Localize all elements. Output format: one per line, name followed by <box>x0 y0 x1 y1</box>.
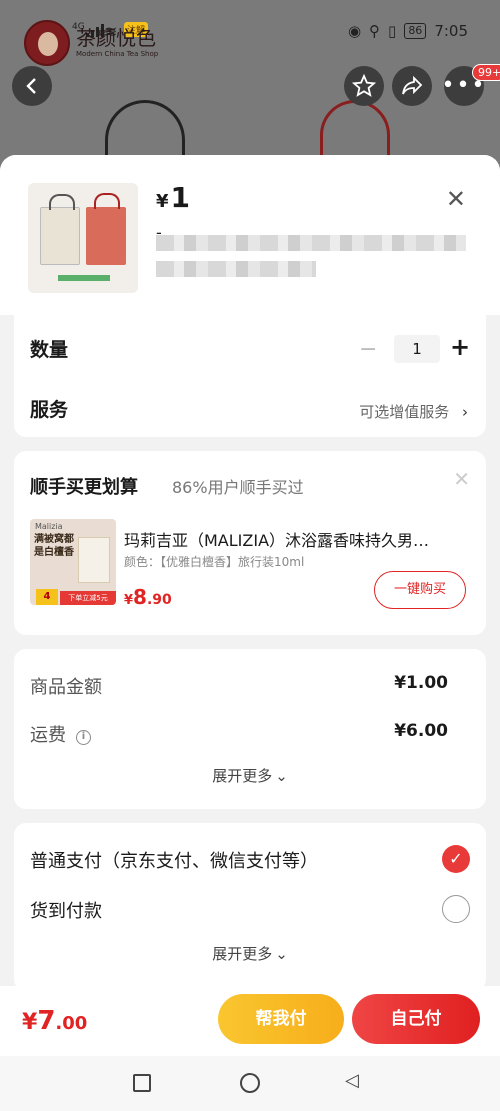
info-icon[interactable]: i <box>76 730 91 745</box>
goods-amount-value: ¥1.00 <box>394 673 448 693</box>
quantity-label: 数量 <box>30 339 69 361</box>
bundle-subtitle: 86%用户顺手买过 <box>172 478 304 497</box>
fee-summary-card: 商品金额 ¥1.00 运费 i ¥6.00 展开更多 ⌄ <box>14 649 486 809</box>
favorite-button[interactable] <box>344 66 384 106</box>
goods-amount-label: 商品金额 <box>30 677 102 698</box>
help-me-pay-button[interactable]: 帮我付 <box>218 994 344 1044</box>
share-icon <box>402 75 423 95</box>
bundle-product-name[interactable]: 玛莉吉亚（MALIZIA）沐浴露香味持久男… <box>124 527 468 551</box>
brand-logo-text: 茶颜悦色 <box>76 26 156 50</box>
quantity-input[interactable]: 1 <box>394 335 440 363</box>
product-price: ¥1 <box>156 181 191 214</box>
brand-logo-subtitle: Modern China Tea Shop <box>76 50 159 58</box>
location-icon: ⚲ <box>369 22 381 40</box>
expand-more-payment[interactable]: 展开更多 ⌄ <box>14 943 486 964</box>
system-navigation-bar: ◁ <box>0 1056 500 1111</box>
sheet-header: ¥1 - ✕ <box>0 155 500 315</box>
home-icon[interactable] <box>240 1073 260 1093</box>
eye-icon: ◉ <box>347 22 362 40</box>
payment-option-cod[interactable]: 货到付款 <box>30 897 102 923</box>
payment-option-online[interactable]: 普通支付（京东支付、微信支付等） <box>30 847 318 873</box>
bundle-recommendation-card: 顺手买更划算 86%用户顺手买过 ✕ Malizia 满被窝都是白檀香 4 下单… <box>14 451 486 635</box>
bundle-title: 顺手买更划算 <box>30 477 138 498</box>
blurred-spec-text <box>156 261 316 277</box>
radio-unchecked-icon[interactable] <box>442 895 470 923</box>
star-icon <box>352 74 376 97</box>
order-total: ¥7.00 <box>22 1006 88 1036</box>
shipping-label: 运费 <box>30 725 66 746</box>
shipping-value: ¥6.00 <box>394 721 448 741</box>
service-selector[interactable]: 可选增值服务 › <box>359 401 468 422</box>
close-icon[interactable]: ✕ <box>453 467 470 491</box>
vibrate-icon: ▯ <box>388 22 397 40</box>
service-value: 可选增值服务 <box>359 403 450 421</box>
blurred-spec-text <box>156 235 466 251</box>
shipping-label-row: 运费 i <box>30 721 91 747</box>
recent-apps-icon[interactable] <box>133 1074 151 1092</box>
battery-icon: 86 <box>404 23 427 39</box>
quantity-plus-button[interactable]: + <box>450 333 470 361</box>
brand-logo <box>24 20 70 66</box>
quantity-minus-button[interactable]: − <box>359 337 377 362</box>
bundle-product-image[interactable]: Malizia 满被窝都是白檀香 4 下单立减5元 <box>30 519 116 605</box>
bundle-product-spec: 颜色：【优雅白檀香】旅行装10ml <box>124 555 305 569</box>
service-label: 服务 <box>30 399 69 421</box>
quantity-service-card: 数量 − 1 + 服务 可选增值服务 › <box>14 315 486 437</box>
checkmark-radio-icon[interactable]: ✓ <box>442 845 470 873</box>
more-dots-icon: ••• <box>441 73 487 98</box>
chevron-down-icon: ⌄ <box>275 767 288 785</box>
checkout-bar: ¥7.00 帮我付 自己付 <box>0 986 500 1056</box>
payment-method-card: 普通支付（京东支付、微信支付等） ✓ 货到付款 展开更多 ⌄ <box>14 823 486 991</box>
chevron-right-icon: › <box>462 403 468 421</box>
bundle-product-price: ¥8.90 <box>124 585 172 609</box>
share-button[interactable] <box>392 66 432 106</box>
clock-time: 7:05 <box>434 22 468 40</box>
product-thumbnail[interactable] <box>28 183 138 293</box>
status-bar: 4G ≋ 注解 茶颜悦色 Modern China Tea Shop ◉ ⚲ ▯… <box>0 0 500 66</box>
expand-more-fees[interactable]: 展开更多 ⌄ <box>14 765 486 786</box>
one-click-buy-button[interactable]: 一键购买 <box>374 571 466 609</box>
purchase-sheet: ¥1 - ✕ 数量 − 1 + 服务 可选增值服务 › 顺手买更划算 86%用户… <box>0 155 500 1111</box>
chevron-left-icon <box>26 78 36 94</box>
back-triangle-icon[interactable]: ◁ <box>345 1070 359 1091</box>
message-count-badge: 99+ <box>472 64 500 81</box>
chevron-down-icon: ⌄ <box>275 945 288 963</box>
back-button[interactable] <box>12 66 52 106</box>
close-icon[interactable]: ✕ <box>446 185 466 213</box>
pay-myself-button[interactable]: 自己付 <box>352 994 480 1044</box>
